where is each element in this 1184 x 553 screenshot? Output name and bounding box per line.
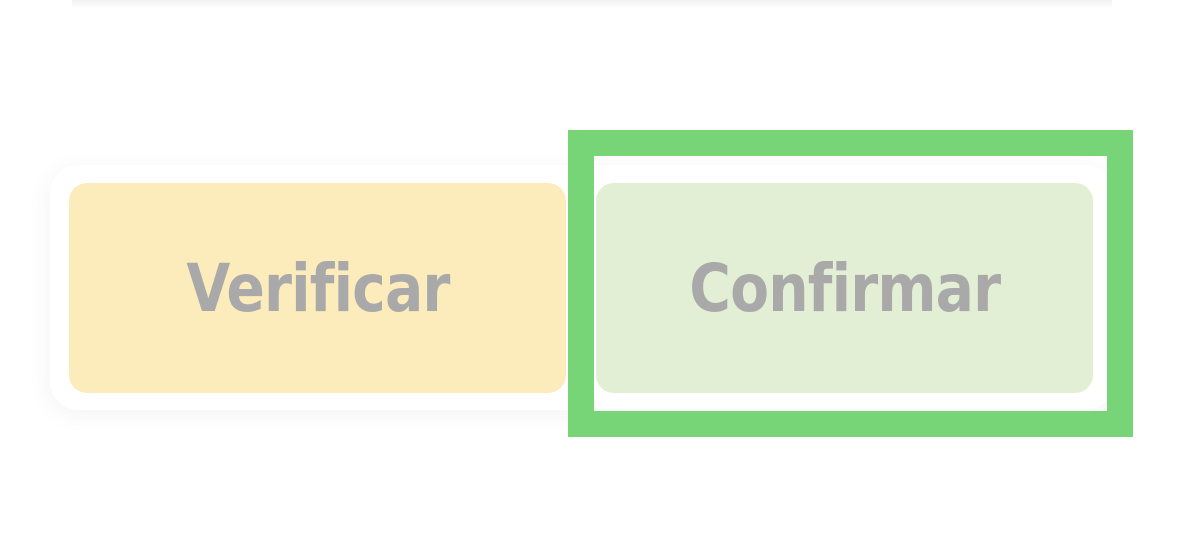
confirm-button-label: Confirmar (689, 249, 1001, 327)
verify-button[interactable]: Verificar (69, 183, 566, 393)
verify-button-label: Verificar (185, 249, 450, 327)
top-divider (72, 0, 1112, 8)
confirm-button[interactable]: Confirmar (596, 183, 1093, 393)
